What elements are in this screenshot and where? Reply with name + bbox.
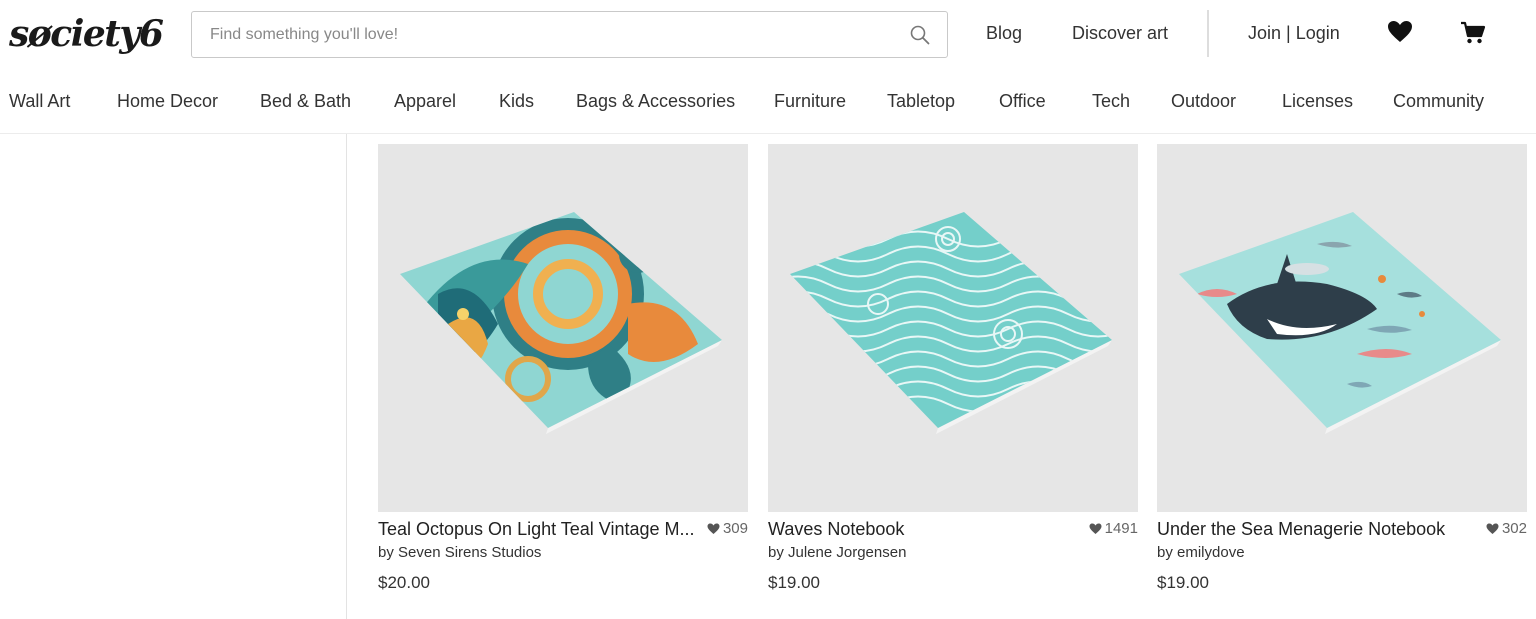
nav-furniture[interactable]: Furniture — [774, 90, 846, 112]
nav-bed-bath[interactable]: Bed & Bath — [260, 90, 351, 112]
nav-kids[interactable]: Kids — [499, 90, 534, 112]
heart-icon — [1486, 523, 1499, 534]
nav-outdoor[interactable]: Outdoor — [1171, 90, 1236, 112]
likes-value: 1491 — [1104, 520, 1138, 537]
likes-count[interactable]: 302 — [1486, 520, 1527, 538]
discover-art-link[interactable]: Discover art — [1072, 22, 1168, 44]
category-nav: Wall Art Home Decor Bed & Bath Apparel K… — [0, 78, 1536, 134]
product-price: $19.00 — [768, 573, 820, 592]
product-artist[interactable]: by Julene Jorgensen — [768, 544, 906, 562]
blog-link[interactable]: Blog — [986, 22, 1022, 44]
cart-icon[interactable] — [1460, 20, 1486, 46]
likes-count[interactable]: 309 — [707, 520, 748, 538]
nav-office[interactable]: Office — [999, 90, 1046, 112]
product-price: $20.00 — [378, 573, 430, 592]
heart-icon — [1089, 523, 1102, 534]
product-card[interactable]: Waves Notebook 1491 by Julene Jorgensen … — [768, 144, 1138, 604]
sidebar-divider — [346, 134, 347, 619]
header-divider — [1207, 10, 1209, 57]
sea-menagerie-notebook-image[interactable] — [1157, 144, 1527, 512]
waves-notebook-image[interactable] — [768, 144, 1138, 512]
product-title[interactable]: Waves Notebook — [768, 518, 1088, 540]
join-login-link[interactable]: Join | Login — [1248, 22, 1340, 44]
heart-icon — [707, 523, 720, 534]
likes-count[interactable]: 1491 — [1089, 520, 1138, 538]
nav-tabletop[interactable]: Tabletop — [887, 90, 955, 112]
nav-community[interactable]: Community — [1393, 90, 1484, 112]
heart-icon[interactable] — [1387, 20, 1413, 44]
nav-wall-art[interactable]: Wall Art — [9, 90, 70, 112]
product-artist[interactable]: by Seven Sirens Studios — [378, 544, 541, 562]
nav-licenses[interactable]: Licenses — [1282, 90, 1353, 112]
likes-value: 302 — [1501, 520, 1527, 537]
nav-apparel[interactable]: Apparel — [394, 90, 456, 112]
search-input[interactable] — [210, 12, 890, 57]
product-price: $19.00 — [1157, 573, 1209, 592]
nav-tech[interactable]: Tech — [1092, 90, 1130, 112]
likes-value: 309 — [722, 520, 748, 537]
search-icon[interactable] — [909, 24, 931, 46]
nav-home-decor[interactable]: Home Decor — [117, 90, 218, 112]
product-card[interactable]: Teal Octopus On Light Teal Vintage M... … — [378, 144, 748, 604]
site-logo[interactable]: søciety6 — [9, 12, 164, 56]
product-artist[interactable]: by emilydove — [1157, 544, 1245, 562]
nav-bags-accessories[interactable]: Bags & Accessories — [576, 90, 735, 112]
search-bar — [191, 11, 948, 58]
product-title[interactable]: Teal Octopus On Light Teal Vintage M... — [378, 518, 698, 540]
product-card[interactable]: Under the Sea Menagerie Notebook 302 by … — [1157, 144, 1527, 604]
product-title[interactable]: Under the Sea Menagerie Notebook — [1157, 518, 1477, 540]
octopus-notebook-image[interactable] — [378, 144, 748, 512]
